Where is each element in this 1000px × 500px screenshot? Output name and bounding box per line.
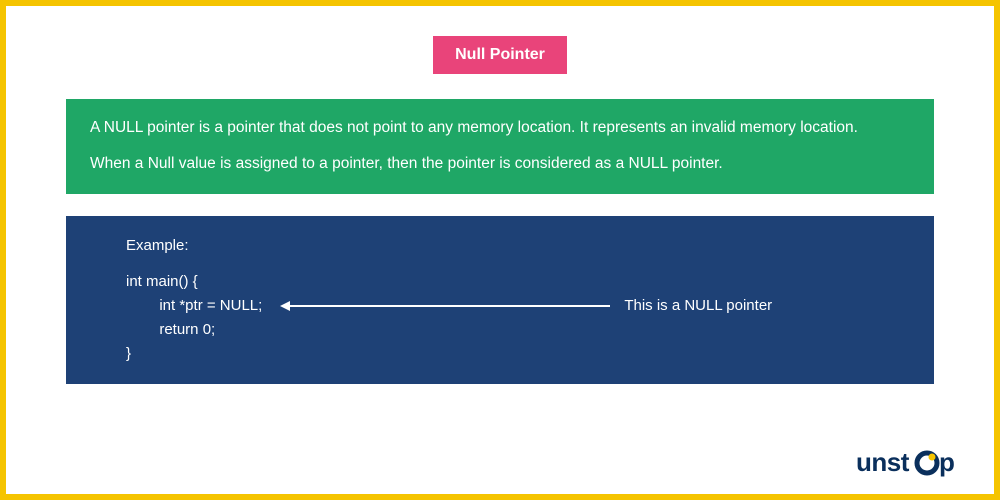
code-line-1: int main() { xyxy=(126,270,910,294)
svg-text:unst: unst xyxy=(856,447,910,477)
document-frame: Null Pointer A NULL pointer is a pointer… xyxy=(0,0,1000,500)
code-line-4: } xyxy=(126,342,910,366)
code-annotation: This is a NULL pointer xyxy=(624,294,772,318)
annotated-code-line: int *ptr = NULL; This is a NULL pointer xyxy=(126,294,910,318)
brand-logo: unst p xyxy=(856,446,966,480)
code-line-2: int *ptr = NULL; xyxy=(126,294,262,318)
arrow-icon xyxy=(280,301,610,311)
description-box: A NULL pointer is a pointer that does no… xyxy=(66,99,934,194)
title-text: Null Pointer xyxy=(455,46,545,63)
title-badge: Null Pointer xyxy=(433,36,567,74)
example-label: Example: xyxy=(126,234,910,258)
unstop-logo-icon: unst p xyxy=(856,446,966,480)
code-line-3: return 0; xyxy=(126,318,910,342)
description-paragraph-2: When a Null value is assigned to a point… xyxy=(90,153,910,175)
svg-text:p: p xyxy=(939,447,954,477)
description-paragraph-1: A NULL pointer is a pointer that does no… xyxy=(90,117,910,139)
example-code-box: Example: int main() { int *ptr = NULL; T… xyxy=(66,216,934,384)
